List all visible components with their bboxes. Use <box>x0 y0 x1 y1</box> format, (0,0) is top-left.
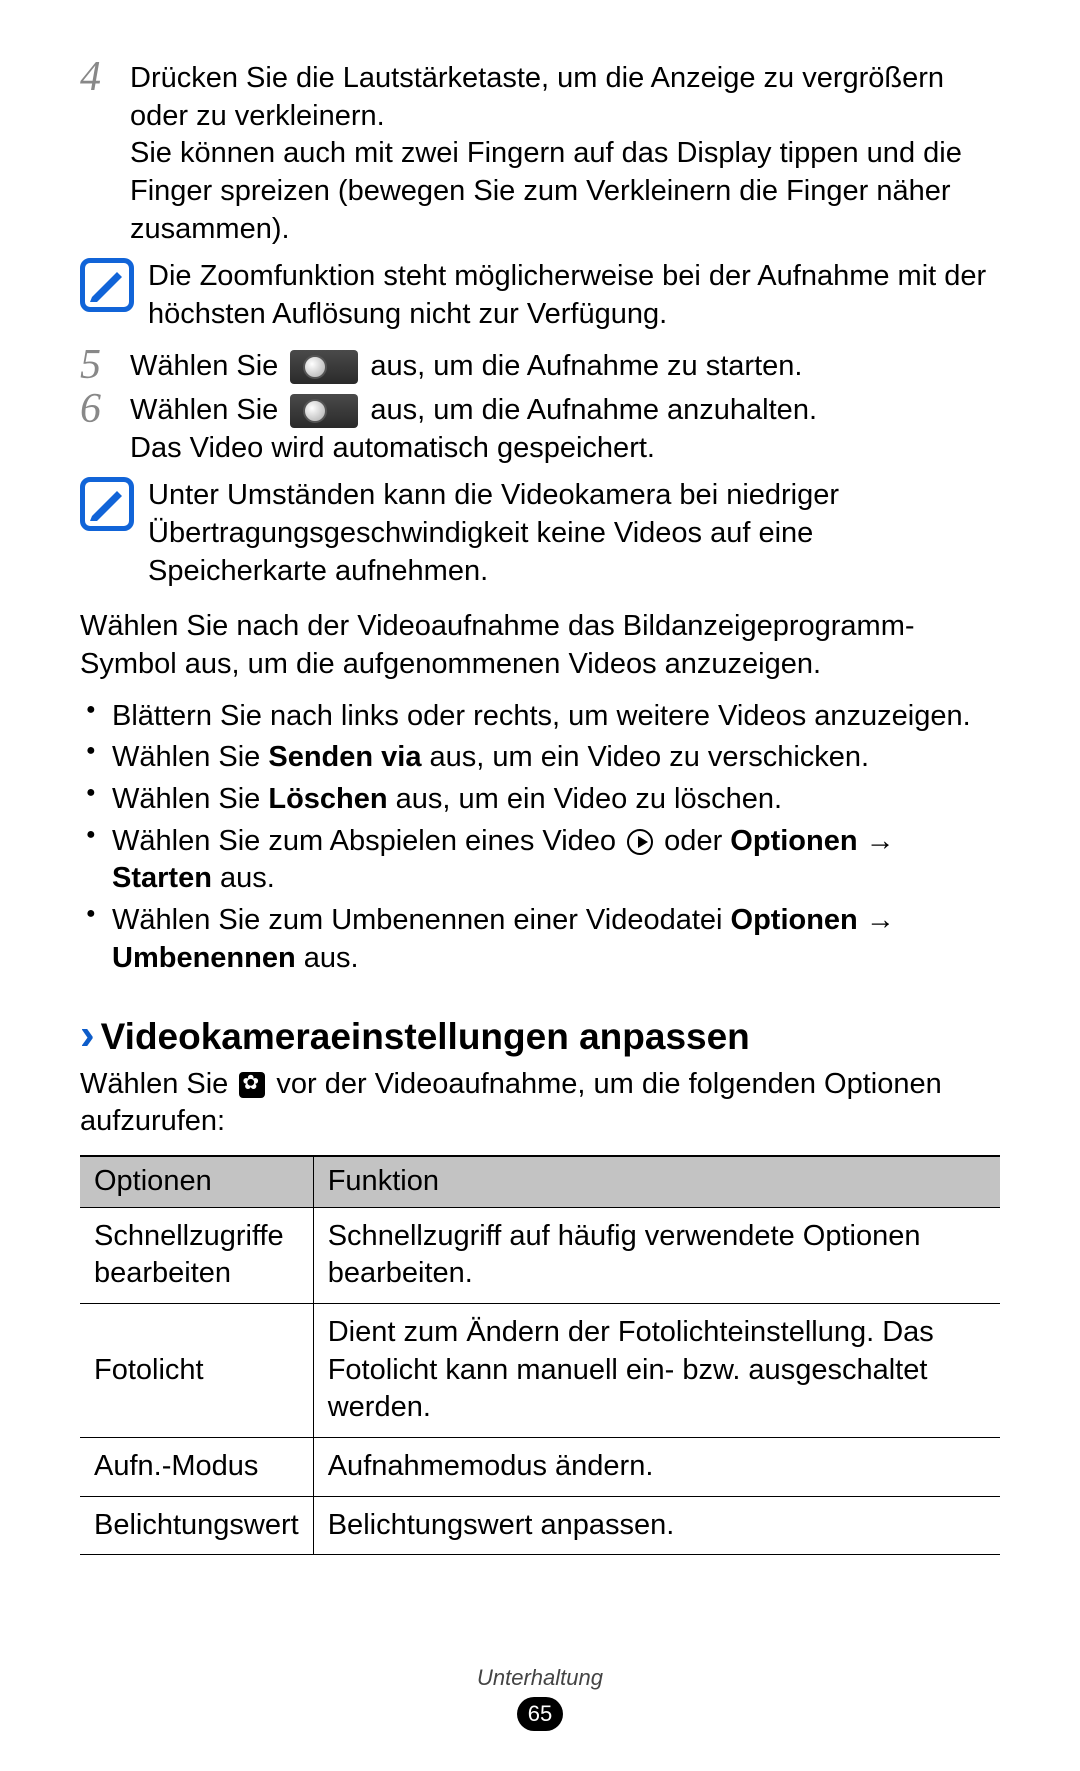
text: aus, um die Aufnahme zu starten. <box>362 350 802 382</box>
step-number: 6 <box>80 388 130 430</box>
section-heading: › Videokameraeinstellungen anpassen <box>80 1013 1000 1061</box>
action-umbenennen: Umbenennen <box>112 942 296 974</box>
text: aus, um die Aufnahme anzuhalten. <box>362 394 817 426</box>
arrow-icon: → <box>858 825 895 857</box>
func-cell: Dient zum Ändern der Fotolichteinstellun… <box>313 1303 1000 1437</box>
opt-cell: Aufn.-Modus <box>80 1438 313 1497</box>
func-cell: Aufnahmemodus ändern. <box>313 1438 1000 1497</box>
step-4-line2: Sie können auch mit zwei Fingern auf das… <box>130 135 1000 248</box>
list-item: Wählen Sie Löschen aus, um ein Video zu … <box>84 781 1000 819</box>
section-title: Videokameraeinstellungen anpassen <box>101 1013 750 1061</box>
text: Wählen Sie zum Abspielen eines Video <box>112 825 624 857</box>
step-4: 4 Drücken Sie die Lautstärketaste, um di… <box>80 60 1000 248</box>
note-zoom: Die Zoomfunktion steht möglicherweise be… <box>80 258 1000 333</box>
col-optionen: Optionen <box>80 1156 313 1207</box>
table-row: Aufn.-Modus Aufnahmemodus ändern. <box>80 1438 1000 1497</box>
text: oder <box>656 825 730 857</box>
text: Wählen Sie <box>112 783 268 815</box>
page-number: 65 <box>517 1697 563 1731</box>
text: Wählen Sie zum Umbenennen einer Videodat… <box>112 904 731 936</box>
action-optionen: Optionen <box>730 825 857 857</box>
section-intro: Wählen Sie vor der Videoaufnahme, um die… <box>80 1066 1000 1141</box>
text: aus. <box>212 862 275 894</box>
after-record-para: Wählen Sie nach der Videoaufnahme das Bi… <box>80 608 1000 683</box>
func-cell: Belichtungswert anpassen. <box>313 1496 1000 1555</box>
opt-cell: Schnellzugriffe bearbeiten <box>80 1207 313 1303</box>
step-number: 5 <box>80 344 130 386</box>
note-text: Die Zoomfunktion steht möglicherweise be… <box>148 258 1000 333</box>
step-4-line1: Drücken Sie die Lautstärketaste, um die … <box>130 60 1000 135</box>
note-icon <box>80 477 134 531</box>
step-5: 5 Wählen Sie aus, um die Aufnahme zu sta… <box>80 348 1000 386</box>
action-senden-via: Senden via <box>268 741 421 773</box>
list-item: Wählen Sie zum Umbenennen einer Videodat… <box>84 902 1000 977</box>
gear-icon <box>239 1072 265 1098</box>
text: Wählen Sie <box>130 394 286 426</box>
text: aus. <box>296 942 359 974</box>
footer-section: Unterhaltung <box>0 1664 1080 1693</box>
list-item: Blättern Sie nach links oder rechts, um … <box>84 698 1000 736</box>
table-row: Fotolicht Dient zum Ändern der Fotolicht… <box>80 1303 1000 1437</box>
note-text: Unter Umständen kann die Videokamera bei… <box>148 477 1000 590</box>
options-table: Optionen Funktion Schnellzugriffe bearbe… <box>80 1155 1000 1556</box>
table-row: Schnellzugriffe bearbeiten Schnellzugrif… <box>80 1207 1000 1303</box>
action-optionen: Optionen <box>731 904 858 936</box>
arrow-icon: → <box>858 904 895 936</box>
record-icon <box>290 350 358 384</box>
step-number: 4 <box>80 56 130 98</box>
step-6-extra: Das Video wird automatisch gespeichert. <box>130 430 1000 468</box>
list-item: Wählen Sie zum Abspielen eines Video ode… <box>84 823 1000 898</box>
text: Blättern Sie nach links oder rechts, um … <box>112 700 971 732</box>
record-icon <box>290 394 358 428</box>
note-icon <box>80 258 134 312</box>
action-loeschen: Löschen <box>268 783 387 815</box>
col-funktion: Funktion <box>313 1156 1000 1207</box>
opt-cell: Belichtungswert <box>80 1496 313 1555</box>
step-body: Wählen Sie aus, um die Aufnahme anzuhalt… <box>130 392 1000 467</box>
table-header-row: Optionen Funktion <box>80 1156 1000 1207</box>
opt-cell: Fotolicht <box>80 1303 313 1437</box>
text: aus, um ein Video zu löschen. <box>388 783 782 815</box>
text: aus, um ein Video zu verschicken. <box>421 741 869 773</box>
chevron-icon: › <box>80 1013 95 1057</box>
list-item: Wählen Sie Senden via aus, um ein Video … <box>84 739 1000 777</box>
step-body: Wählen Sie aus, um die Aufnahme zu start… <box>130 348 1000 386</box>
step-body: Drücken Sie die Lautstärketaste, um die … <box>130 60 1000 248</box>
note-sdcard: Unter Umständen kann die Videokamera bei… <box>80 477 1000 590</box>
func-cell: Schnellzugriff auf häufig verwendete Opt… <box>313 1207 1000 1303</box>
step-6: 6 Wählen Sie aus, um die Aufnahme anzuha… <box>80 392 1000 467</box>
action-starten: Starten <box>112 862 212 894</box>
text: Wählen Sie <box>80 1068 236 1100</box>
table-row: Belichtungswert Belichtungswert anpassen… <box>80 1496 1000 1555</box>
page-footer: Unterhaltung 65 <box>0 1664 1080 1731</box>
play-icon <box>627 829 653 855</box>
text: Wählen Sie <box>112 741 268 773</box>
text: Wählen Sie <box>130 350 286 382</box>
video-actions-list: Blättern Sie nach links oder rechts, um … <box>84 698 1000 978</box>
